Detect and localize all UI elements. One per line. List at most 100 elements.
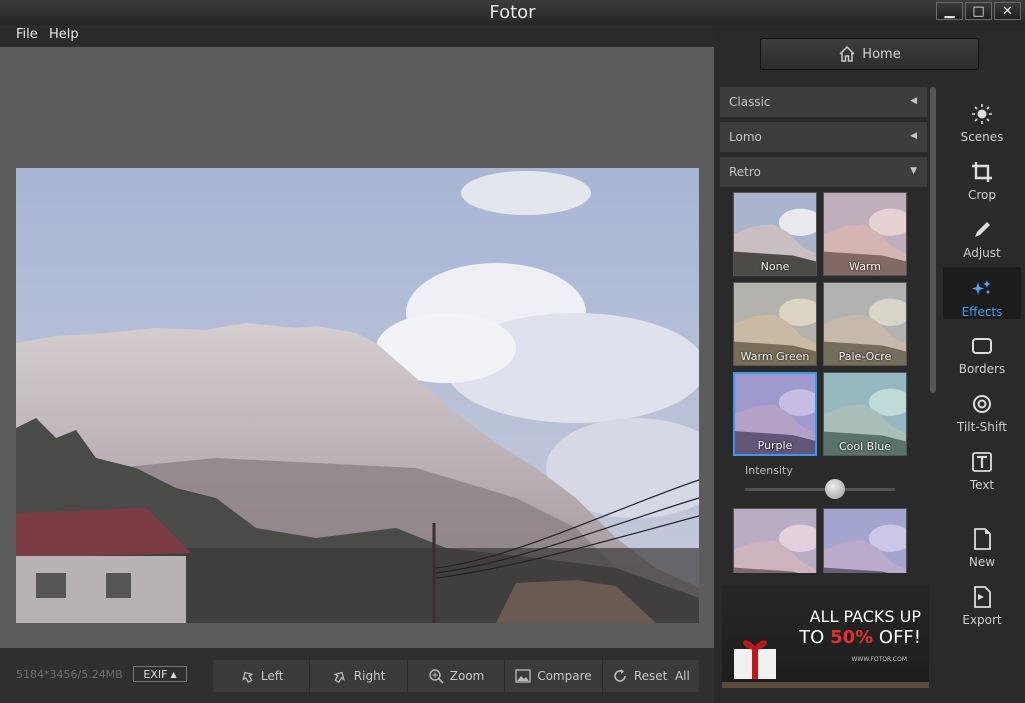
sidebar-label: Borders — [958, 362, 1006, 376]
sidebar-item-adjust[interactable]: Adjust — [943, 208, 1021, 260]
effect-preview-image — [734, 509, 816, 573]
promo-line1: ALL PACKS UP — [809, 607, 921, 626]
effect-thumb[interactable]: None — [733, 192, 817, 276]
gift-icon — [734, 640, 776, 679]
image-dimensions: 5184*3456/5.24MB — [16, 668, 123, 681]
collapse-left-icon: ◀ — [910, 96, 917, 106]
promo-percent: 50% — [830, 627, 874, 648]
sidebar-label: Scenes — [960, 130, 1004, 144]
exif-label: EXIF — [143, 667, 168, 681]
exif-button[interactable]: EXIF ▲ — [133, 666, 187, 682]
sidebar-item-export[interactable]: Export — [943, 575, 1021, 627]
reset-all-label: Reset All — [633, 669, 690, 683]
category-classic-label: Classic — [729, 95, 771, 109]
menu-help[interactable]: Help — [49, 27, 79, 42]
compare-label: Compare — [537, 669, 592, 683]
slider-knob[interactable] — [825, 479, 845, 499]
category-lomo-label: Lomo — [729, 130, 762, 144]
reset-all-button[interactable]: Reset All — [603, 660, 699, 692]
effect-thumb[interactable] — [823, 508, 907, 573]
sidebar-item-crop[interactable]: Crop — [943, 150, 1021, 202]
image-icon — [515, 669, 531, 683]
effect-label: Pale-Ocre — [838, 350, 892, 363]
effects-list: Classic ◀ Lomo ◀ Retro ▼ None Warm Warm … — [720, 87, 927, 573]
sidebar-label: Export — [962, 613, 1002, 627]
sidebar-label: Tilt-Shift — [957, 420, 1007, 434]
sidebar-label: Adjust — [963, 246, 1001, 260]
right-panel: Home Classic ◀ Lomo ◀ Retro ▼ None Warm — [714, 25, 1025, 703]
sidebar-item-text[interactable]: Text — [943, 440, 1021, 492]
text-icon — [972, 452, 992, 472]
promo-suffix: OFF! — [878, 627, 921, 648]
sidebar-item-effects[interactable]: Effects — [943, 267, 1021, 319]
tool-sidebar: Scenes Crop Adjust Effects Borders Tilt-… — [943, 87, 1025, 687]
rotate-left-label: Left — [260, 669, 284, 683]
effect-thumb[interactable]: Pale-Ocre — [823, 282, 907, 366]
category-classic[interactable]: Classic ◀ — [720, 87, 927, 117]
promo-line2: TO 50% OFF! — [799, 627, 921, 648]
menu-bar: File Help — [0, 25, 714, 48]
effects-scrollbar[interactable] — [930, 87, 936, 393]
title-bar: Fotor ▁ □ ✕ — [0, 0, 1025, 25]
window-title: Fotor — [489, 2, 536, 23]
sidebar-label: Crop — [967, 188, 996, 202]
effect-preview-image — [824, 509, 906, 573]
category-retro[interactable]: Retro ▼ — [720, 157, 927, 187]
effect-thumb[interactable] — [733, 508, 817, 573]
view-toolbar: Left Right Zoom Compare Reset All — [213, 660, 699, 692]
effect-grid-more — [720, 508, 927, 573]
zoom-icon — [429, 669, 444, 684]
pencil-icon — [975, 222, 990, 237]
expand-down-icon: ▼ — [910, 166, 917, 176]
sparkle-icon — [972, 280, 991, 295]
border-icon — [972, 338, 992, 354]
home-button[interactable]: Home — [760, 38, 979, 70]
rotate-left-button[interactable]: Left — [213, 660, 311, 692]
collapse-left-icon: ◀ — [910, 131, 917, 141]
sidebar-item-tiltshift[interactable]: Tilt-Shift — [943, 382, 1021, 434]
effect-thumb[interactable]: Warm — [823, 192, 907, 276]
zoom-label: Zoom — [449, 669, 485, 683]
zoom-button[interactable]: Zoom — [408, 660, 506, 692]
rotate-right-icon — [333, 671, 345, 684]
promo-banner[interactable]: ALL PACKS UP TO 50% OFF! WWW.FOTOR.COM — [722, 585, 929, 688]
effect-thumb[interactable]: Cool Blue — [823, 372, 907, 456]
window-controls: ▁ □ ✕ — [936, 2, 1021, 20]
target-icon — [973, 395, 991, 413]
refresh-icon — [614, 669, 626, 682]
effect-label: Warm — [849, 260, 881, 273]
photo-preview[interactable] — [16, 168, 699, 623]
compare-button[interactable]: Compare — [505, 660, 603, 692]
category-retro-label: Retro — [729, 165, 761, 179]
status-bar: 5184*3456/5.24MB EXIF ▲ Left Right Zoom … — [0, 648, 714, 703]
effect-label: Cool Blue — [838, 440, 892, 453]
promo-url: WWW.FOTOR.COM — [851, 656, 907, 663]
image-canvas — [0, 47, 714, 648]
intensity-control: Intensity — [720, 456, 927, 506]
crop-icon — [972, 162, 992, 182]
sidebar-label: Text — [969, 478, 995, 492]
export-icon — [974, 586, 991, 608]
sidebar-item-scenes[interactable]: Scenes — [943, 92, 1021, 144]
maximize-button[interactable]: □ — [965, 2, 992, 20]
minimize-button[interactable]: ▁ — [936, 2, 963, 20]
home-label: Home — [862, 46, 901, 62]
sidebar-item-borders[interactable]: Borders — [943, 324, 1021, 376]
intensity-slider[interactable] — [745, 479, 895, 499]
category-lomo[interactable]: Lomo ◀ — [720, 122, 927, 152]
sidebar-label: New — [968, 555, 996, 569]
sidebar-label: Effects — [961, 305, 1003, 319]
effect-thumb[interactable]: Purple — [733, 372, 817, 456]
intensity-label: Intensity — [745, 464, 793, 477]
home-icon — [839, 45, 855, 62]
rotate-right-label: Right — [353, 669, 386, 683]
sidebar-item-new[interactable]: New — [943, 517, 1021, 569]
effect-grid: None Warm Warm Green Pale-Ocre Purple Co… — [720, 192, 927, 456]
effect-thumb[interactable]: Warm Green — [733, 282, 817, 366]
close-button[interactable]: ✕ — [994, 2, 1021, 20]
promo-prefix: TO — [799, 627, 825, 648]
menu-file[interactable]: File — [16, 27, 38, 42]
rotate-right-button[interactable]: Right — [310, 660, 408, 692]
effect-label: Warm Green — [740, 350, 810, 363]
new-file-icon — [974, 528, 991, 550]
